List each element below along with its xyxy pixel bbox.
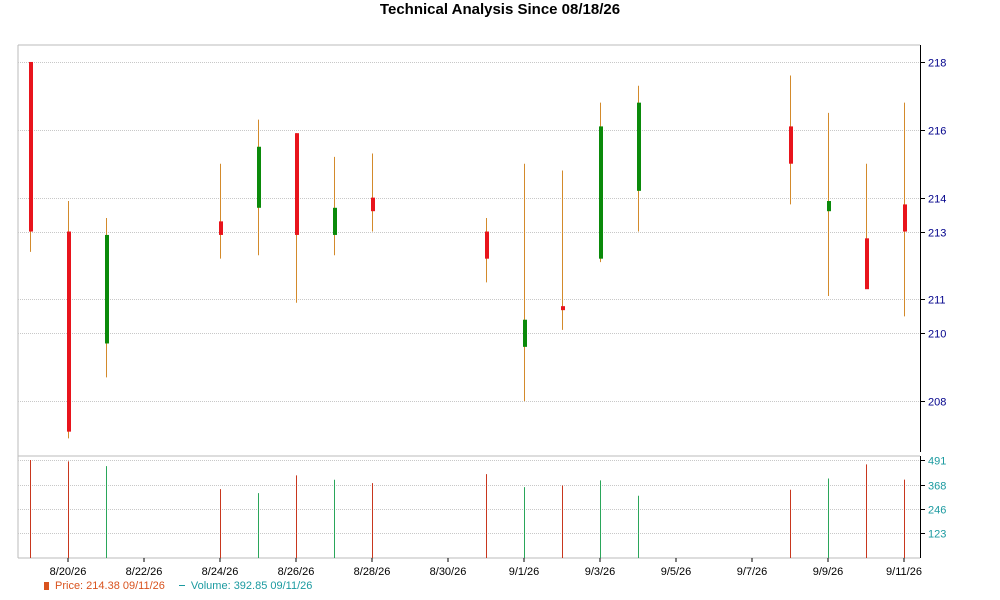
candle-body [865,238,869,290]
price-legend-label: Price: 214.38 09/11/26 [55,580,165,592]
x-tick-label: 9/3/26 [585,566,616,578]
axes [67,45,925,562]
candle-body [371,197,375,212]
price-tick-label: 218 [928,58,946,70]
x-tick-label: 8/24/26 [202,566,239,578]
candle-body [219,221,223,235]
volume-tick-label: 246 [928,505,946,517]
candle-body [599,126,603,259]
x-tick-label: 9/7/26 [737,566,768,578]
price-tick-label: 216 [928,126,946,138]
grid-lines [17,44,920,559]
candle-body [561,306,565,311]
volume-tick-label: 123 [928,529,946,541]
candle-body [295,133,299,235]
x-tick-label: 9/5/26 [661,566,692,578]
candle-body [105,234,109,344]
candles [29,61,907,439]
candle-body [637,102,641,191]
price-tick-label: 208 [928,397,946,409]
candlestick-chart: 208 210 211 213 214 216 218 123 246 368 491 8/20/26… [17,44,947,579]
volume-bars [30,460,905,558]
price-tick-label: 214 [928,194,946,206]
candle-body [29,61,33,232]
x-tick-label: 9/9/26 [813,566,844,578]
candle-body [485,231,489,259]
price-tick-label: 210 [928,329,946,341]
x-tick-label: 8/30/26 [430,566,467,578]
candle-body [67,231,71,432]
chart-legend: Price: 214.38 09/11/26 Volume: 392.85 09/… [44,580,312,592]
x-tick-label: 8/20/26 [50,566,87,578]
candle-body [827,201,831,212]
volume-tick-label: 491 [928,456,946,468]
candle-body [333,207,337,235]
candle-body [903,204,907,232]
x-tick-label: 9/11/26 [886,566,922,578]
volume-legend-swatch [178,585,185,586]
price-tick-label: 213 [928,228,946,240]
x-tick-label: 9/1/26 [509,566,540,578]
price-tick-label: 211 [928,295,946,307]
volume-tick-label: 368 [928,481,946,493]
candle-body [789,126,793,164]
axis-labels: 208 210 211 213 214 216 218 123 246 368 491 8/20/26… [50,58,947,579]
x-tick-label: 8/22/26 [126,566,163,578]
candle-body [257,146,261,208]
x-tick-label: 8/26/26 [278,566,315,578]
candle-body [523,319,527,347]
x-tick-label: 8/28/26 [354,566,391,578]
price-legend-swatch [44,582,49,590]
volume-legend-label: Volume: 392.85 09/11/26 [190,580,313,592]
